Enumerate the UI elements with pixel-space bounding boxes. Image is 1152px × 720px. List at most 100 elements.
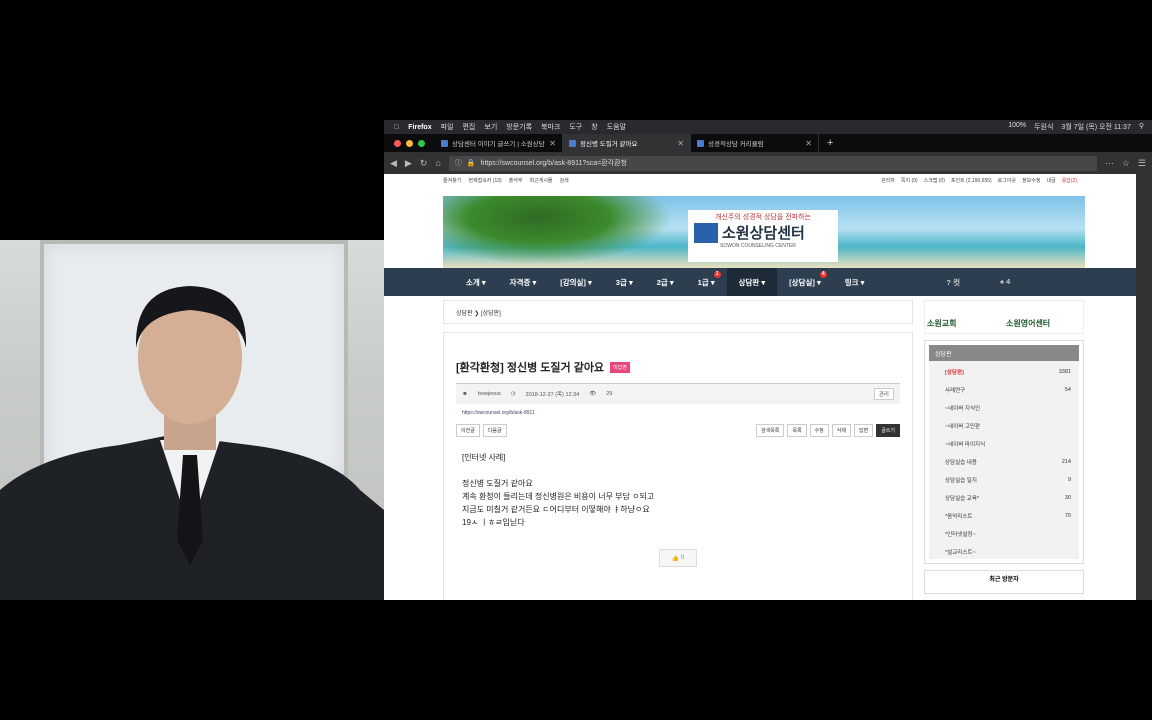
close-window-button[interactable] [394, 139, 401, 147]
breadcrumb[interactable]: 상담판 ❯ [상담판] [443, 300, 913, 324]
bookmark-star-icon[interactable]: ☆ [1122, 158, 1130, 169]
partner-english-center[interactable]: 소원영어센터 [1006, 303, 1081, 331]
tab-2[interactable]: 정신병 도질거 같아요 ✕ [563, 134, 691, 152]
reply-button[interactable]: 답변 [853, 424, 874, 437]
battery-status[interactable]: 100% [1008, 122, 1026, 132]
scrollbar[interactable] [1136, 174, 1152, 600]
edit-button[interactable]: 수정 [809, 424, 829, 437]
menu-edit[interactable]: 편집 [462, 122, 475, 132]
nav-intro[interactable]: 소개 ▾ [454, 277, 498, 288]
navigation-toolbar: ◀ ▶ ↻ ⌂ ⓘ 🔒 https://swcounsel.org/b/ask-… [384, 152, 1152, 174]
nav-label: [상담실] [789, 277, 815, 287]
list-button[interactable]: 목록 [787, 424, 807, 437]
like-count: 0 [680, 555, 685, 561]
weather-status[interactable]: 두원식 [1034, 122, 1053, 132]
app-menu[interactable]: Firefox [408, 124, 431, 131]
category-item[interactable]: [상담판] 3381 [929, 363, 1079, 381]
tab-title: 성경적상담 커리큘럼 [708, 141, 764, 148]
nav-level-2[interactable]: 2급 ▾ [645, 277, 686, 288]
category-item[interactable]: *음악리스트 70 [929, 507, 1079, 525]
util-scraps[interactable]: 스크랩 (0) [924, 177, 945, 184]
category-item[interactable]: *설교리스트~ [929, 543, 1079, 561]
address-bar[interactable]: ⓘ 🔒 https://swcounsel.org/b/ask-8911?sca… [448, 155, 1097, 171]
post-author[interactable]: bowjesus [478, 391, 501, 397]
util-online-users[interactable]: 현재접속자 (13) [468, 177, 501, 184]
nav-links[interactable]: 링크 ▾ [833, 277, 877, 288]
util-favorites[interactable]: 즐겨찾기 [443, 177, 461, 184]
url-text[interactable]: https://swcounsel.org/b/ask-8911?sca=환각환… [481, 158, 627, 168]
nav-lecture-room[interactable]: [강의실] ▾ [548, 277, 604, 288]
site-banner[interactable]: 개신주의 성경적 상담을 전파하는 소원상담센터 SOWON COUNSELIN… [443, 196, 1085, 268]
clock[interactable]: 3월 7일 (목) 오전 11:37 [1061, 122, 1130, 132]
nav-counsel-board[interactable]: 상담판 ▾ [726, 268, 778, 296]
new-tab-icon[interactable]: + [819, 137, 841, 149]
category-item[interactable]: ~네이버 고민판 [929, 417, 1079, 435]
partner-banner[interactable]: 소원교회 소원영어센터 [924, 300, 1084, 334]
tab-close-icon[interactable]: ✕ [677, 139, 684, 148]
lock-icon: 🔒 [466, 160, 476, 167]
home-icon[interactable]: ⌂ [435, 158, 440, 168]
search-list-button[interactable]: 검색목록 [755, 424, 785, 437]
site-logo[interactable]: 개신주의 성경적 상담을 전파하는 소원상담센터 SOWON COUNSELIN… [688, 210, 838, 262]
menu-view[interactable]: 보기 [484, 122, 497, 132]
post-link[interactable]: https://swcounsel.org/b/ask-8911 [456, 410, 900, 416]
category-item[interactable]: ~네이버 마이지식 [929, 435, 1079, 453]
category-item[interactable]: 사례연구 54 [929, 381, 1079, 399]
tab-close-icon[interactable]: ✕ [549, 139, 556, 148]
util-messages[interactable]: 쪽지 (0) [901, 177, 918, 184]
tab-3[interactable]: 성경적상담 커리큘럼 ✕ [691, 134, 819, 152]
forward-icon[interactable]: ▶ [405, 158, 412, 169]
category-label: 사례연구 [945, 388, 966, 394]
category-item[interactable]: 상담실습 교육* 30 [929, 489, 1079, 507]
util-my-posts[interactable]: 내글 [1046, 177, 1055, 184]
search-icon[interactable]: ⚲ [1139, 122, 1144, 132]
category-box: 상담판 [상담판] 3381 사례연구 54 ~네이버 지식인 ~네이버 고민판 ~네이버 … [924, 340, 1084, 564]
tab-close-icon[interactable]: ✕ [805, 139, 812, 148]
apple-icon[interactable]:  [394, 124, 399, 131]
menu-bookmarks[interactable]: 북마크 [541, 122, 560, 132]
info-icon[interactable]: ⓘ [455, 158, 462, 168]
delete-button[interactable]: 삭제 [831, 424, 851, 437]
util-replies[interactable]: 응답(2) [1062, 177, 1077, 184]
nav-extra-2[interactable]: ♠ 4 [1000, 277, 1010, 288]
category-count: 70 [1064, 513, 1071, 519]
util-attendance[interactable]: 출석부 [509, 177, 523, 184]
category-item[interactable]: 상담실습 일지 9 [929, 471, 1079, 489]
more-icon[interactable]: ⋯ [1105, 158, 1114, 169]
menu-help[interactable]: 도움말 [607, 122, 626, 132]
util-edit-profile[interactable]: 정보수정 [1022, 177, 1040, 184]
nav-label: 소개 [466, 277, 480, 287]
nav-level-1[interactable]: 1급 ▾ 1 [686, 270, 727, 288]
nav-badge: 4 [819, 270, 827, 278]
category-item[interactable]: *인터넷설정~ [929, 525, 1079, 543]
minimize-window-button[interactable] [406, 139, 413, 147]
menu-history[interactable]: 방문기록 [506, 122, 532, 132]
back-icon[interactable]: ◀ [390, 158, 397, 169]
util-recent-posts[interactable]: 최근게시물 [530, 177, 553, 184]
nav-counsel-room[interactable]: [상담실] ▾ 4 [777, 270, 833, 288]
util-points[interactable]: 포인트 (2,190,655) [951, 177, 992, 184]
util-search[interactable]: 검색 [560, 177, 569, 184]
menu-file[interactable]: 파일 [441, 122, 454, 132]
reload-icon[interactable]: ↻ [420, 158, 428, 169]
like-button[interactable]: 👍 0 [659, 549, 697, 567]
admin-button[interactable]: 관리 [873, 388, 894, 400]
partner-church[interactable]: 소원교회 [927, 303, 1002, 331]
util-logout[interactable]: 로그아웃 [998, 177, 1016, 184]
util-admin[interactable]: 관리자 [881, 177, 895, 184]
menu-window[interactable]: 창 [591, 122, 597, 132]
write-button[interactable]: 글쓰기 [876, 424, 900, 437]
logo-english: SOWON COUNSELING CENTER [720, 243, 796, 249]
nav-extra-1[interactable]: ? 컷 [946, 277, 960, 288]
menu-tools[interactable]: 도구 [569, 122, 582, 132]
next-post-button[interactable]: 다음글 [482, 424, 507, 437]
tab-1[interactable]: 상담센터 이야기 글쓰기 | 소원상담센 ✕ [435, 134, 563, 152]
menu-icon[interactable]: ☰ [1138, 158, 1146, 169]
nav-certificate[interactable]: 자격증 ▾ [498, 277, 549, 288]
zoom-window-button[interactable] [418, 139, 425, 147]
nav-level-3[interactable]: 3급 ▾ [604, 277, 645, 288]
webcam-video [0, 240, 384, 600]
category-item[interactable]: 상담실습 내용 214 [929, 453, 1079, 471]
prev-post-button[interactable]: 이전글 [456, 424, 480, 437]
category-item[interactable]: ~네이버 지식인 [929, 399, 1079, 417]
